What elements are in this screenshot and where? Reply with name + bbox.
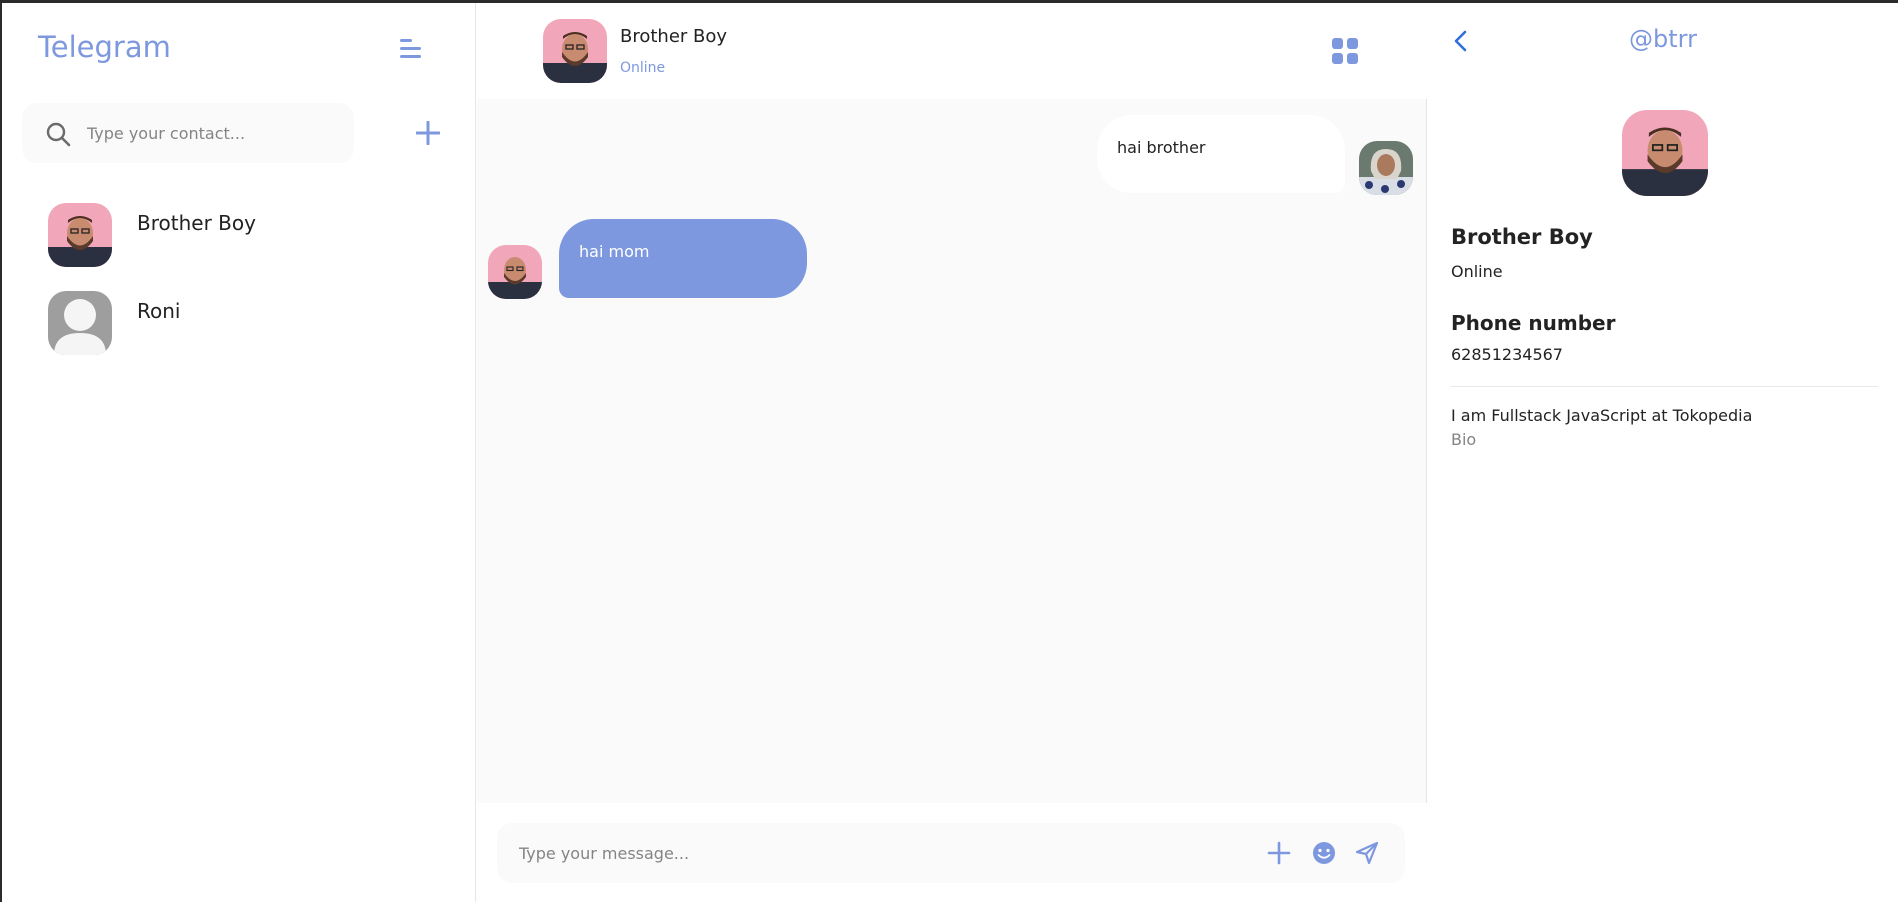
avatar <box>488 245 542 299</box>
menu-icon[interactable] <box>400 39 426 63</box>
chat-contact-name: Brother Boy <box>620 26 728 47</box>
message-compose-box <box>497 823 1405 883</box>
chat-header: Brother Boy Online <box>477 3 1427 99</box>
contact-item-roni[interactable]: Roni <box>48 291 448 361</box>
message-input[interactable] <box>519 839 1219 867</box>
send-icon[interactable] <box>1355 841 1379 865</box>
bio-text: I am Fullstack JavaScript at Tokopedia <box>1451 406 1753 425</box>
chat-contact-status: Online <box>620 60 666 76</box>
search-icon <box>46 122 71 147</box>
profile-username: @btrr <box>1629 25 1697 53</box>
add-contact-plus-icon[interactable] <box>416 121 440 145</box>
avatar <box>1359 141 1413 195</box>
contact-item-brother-boy[interactable]: Brother Boy <box>48 203 448 273</box>
phone-number-label: Phone number <box>1451 311 1616 335</box>
emoji-icon[interactable] <box>1312 841 1336 865</box>
plus-icon[interactable] <box>1267 841 1291 865</box>
contact-name: Brother Boy <box>137 211 256 235</box>
contacts-sidebar: Telegram Brother Boy <box>2 3 476 902</box>
avatar <box>48 203 112 267</box>
contact-profile-panel: @btrr Brother Boy Online Phone number 62… <box>1428 3 1898 902</box>
app-title: Telegram <box>38 30 171 64</box>
avatar <box>1622 110 1708 196</box>
chat-panel: Brother Boy Online hai brother hai mom <box>477 3 1427 902</box>
profile-name: Brother Boy <box>1451 225 1593 249</box>
grid-icon[interactable] <box>1332 38 1358 64</box>
compose-area <box>477 803 1427 902</box>
avatar <box>48 291 112 355</box>
message-bubble-outgoing: hai brother <box>1097 115 1345 193</box>
message-bubble-incoming: hai mom <box>559 219 807 298</box>
divider <box>1451 386 1878 387</box>
contact-search-input[interactable] <box>87 119 337 147</box>
avatar[interactable] <box>543 19 607 83</box>
phone-number-value: 62851234567 <box>1451 345 1563 364</box>
bio-label: Bio <box>1451 430 1477 449</box>
contact-search-box <box>22 103 354 163</box>
profile-status: Online <box>1451 262 1503 281</box>
contact-name: Roni <box>137 299 181 323</box>
